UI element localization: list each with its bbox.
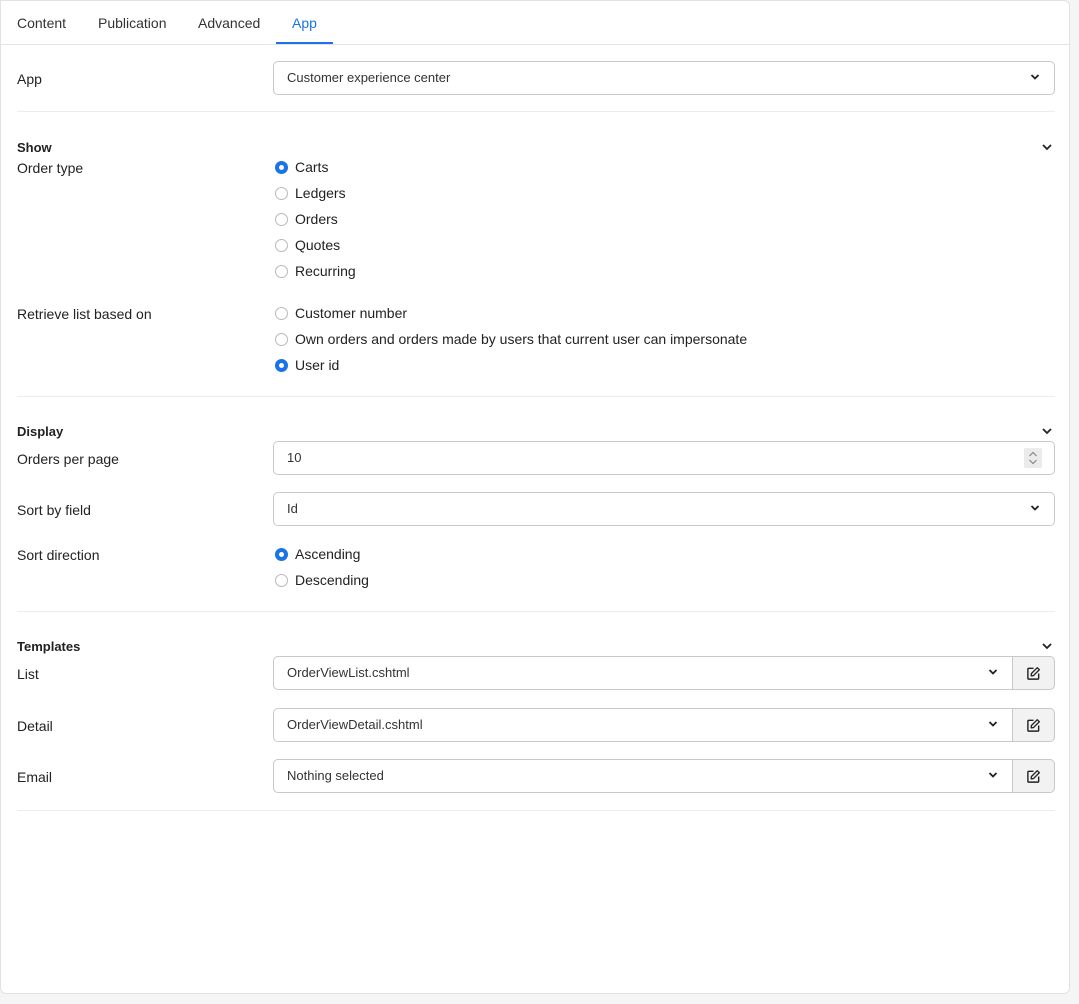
edit-icon [1027, 666, 1040, 680]
radio-sort-descending[interactable]: Descending [275, 570, 369, 590]
orders-per-page-input[interactable]: 10 [273, 441, 1055, 475]
radio-button[interactable] [275, 264, 288, 278]
radio-retrieve-user-id[interactable]: User id [275, 355, 339, 375]
template-detail-value: OrderViewDetail.cshtml [287, 717, 423, 732]
orders-per-page-label: Orders per page [17, 451, 119, 467]
order-type-label: Order type [17, 160, 84, 176]
sort-direction-label: Sort direction [17, 547, 100, 563]
radio-button-checked[interactable] [275, 547, 288, 561]
divider [17, 810, 1055, 811]
retrieve-label: Retrieve list based on [17, 306, 152, 322]
tab-advanced[interactable]: Advanced [198, 1, 260, 44]
radio-button[interactable] [275, 332, 288, 346]
chevron-down-icon [1030, 74, 1040, 80]
tab-content[interactable]: Content [17, 1, 66, 44]
radio-label: Orders [295, 211, 338, 227]
chevron-down-icon [988, 772, 998, 778]
radio-order-type-quotes[interactable]: Quotes [275, 235, 340, 255]
chevron-down-icon [988, 669, 998, 675]
template-list-select[interactable]: OrderViewList.cshtml [273, 656, 1013, 690]
divider [17, 611, 1055, 612]
radio-label: Ascending [295, 546, 361, 562]
app-label: App [17, 71, 42, 87]
edit-icon [1027, 718, 1040, 732]
chevron-down-icon [988, 721, 998, 727]
sort-by-value: Id [287, 501, 298, 516]
template-email-value: Nothing selected [287, 768, 384, 783]
tab-bar: Content Publication Advanced App [1, 1, 1069, 45]
edit-email-template-button[interactable] [1013, 759, 1055, 793]
section-title-templates: Templates [17, 639, 81, 654]
edit-list-template-button[interactable] [1013, 656, 1055, 690]
sort-by-select[interactable]: Id [273, 492, 1055, 526]
divider [17, 111, 1055, 112]
radio-order-type-recurring[interactable]: Recurring [275, 261, 356, 281]
app-select-value: Customer experience center [287, 70, 451, 85]
orders-per-page-value: 10 [287, 450, 302, 465]
radio-button[interactable] [275, 238, 288, 252]
radio-order-type-carts[interactable]: Carts [275, 157, 328, 177]
radio-retrieve-customer-number[interactable]: Customer number [275, 303, 407, 323]
radio-button-checked[interactable] [275, 358, 288, 372]
radio-label: Descending [295, 572, 369, 588]
radio-button[interactable] [275, 306, 288, 320]
edit-icon [1027, 769, 1040, 783]
collapse-display-chevron-icon[interactable] [1041, 426, 1053, 436]
radio-retrieve-own-orders[interactable]: Own orders and orders made by users that… [275, 329, 747, 349]
template-list-label: List [17, 666, 39, 682]
collapse-show-chevron-icon[interactable] [1041, 142, 1053, 152]
collapse-templates-chevron-icon[interactable] [1041, 641, 1053, 651]
settings-card: Content Publication Advanced App App Cus… [0, 0, 1070, 994]
radio-label: User id [295, 357, 340, 373]
app-select[interactable]: Customer experience center [273, 61, 1055, 95]
section-title-display: Display [17, 424, 64, 439]
edit-detail-template-button[interactable] [1013, 708, 1055, 742]
template-list-value: OrderViewList.cshtml [287, 665, 410, 680]
radio-label: Carts [295, 159, 329, 175]
radio-order-type-ledgers[interactable]: Ledgers [275, 183, 346, 203]
radio-label: Recurring [295, 263, 356, 279]
template-detail-label: Detail [17, 718, 53, 734]
chevron-down-icon [1030, 505, 1040, 511]
radio-sort-ascending[interactable]: Ascending [275, 544, 360, 564]
sort-by-label: Sort by field [17, 502, 91, 518]
radio-label: Ledgers [295, 185, 346, 201]
spinner-arrows-icon [1029, 451, 1037, 465]
radio-button[interactable] [275, 212, 288, 226]
template-email-label: Email [17, 769, 53, 785]
radio-label: Own orders and orders made by users that… [295, 331, 748, 347]
radio-label: Quotes [295, 237, 341, 253]
radio-button[interactable] [275, 186, 288, 200]
tab-publication[interactable]: Publication [98, 1, 167, 44]
radio-button[interactable] [275, 573, 288, 587]
radio-label: Customer number [295, 305, 408, 321]
tab-app[interactable]: App [276, 1, 333, 44]
template-email-select[interactable]: Nothing selected [273, 759, 1013, 793]
radio-order-type-orders[interactable]: Orders [275, 209, 338, 229]
number-spinner[interactable] [1024, 448, 1042, 468]
radio-button-checked[interactable] [275, 160, 288, 174]
template-detail-select[interactable]: OrderViewDetail.cshtml [273, 708, 1013, 742]
divider [17, 396, 1055, 397]
section-title-show: Show [17, 140, 52, 155]
